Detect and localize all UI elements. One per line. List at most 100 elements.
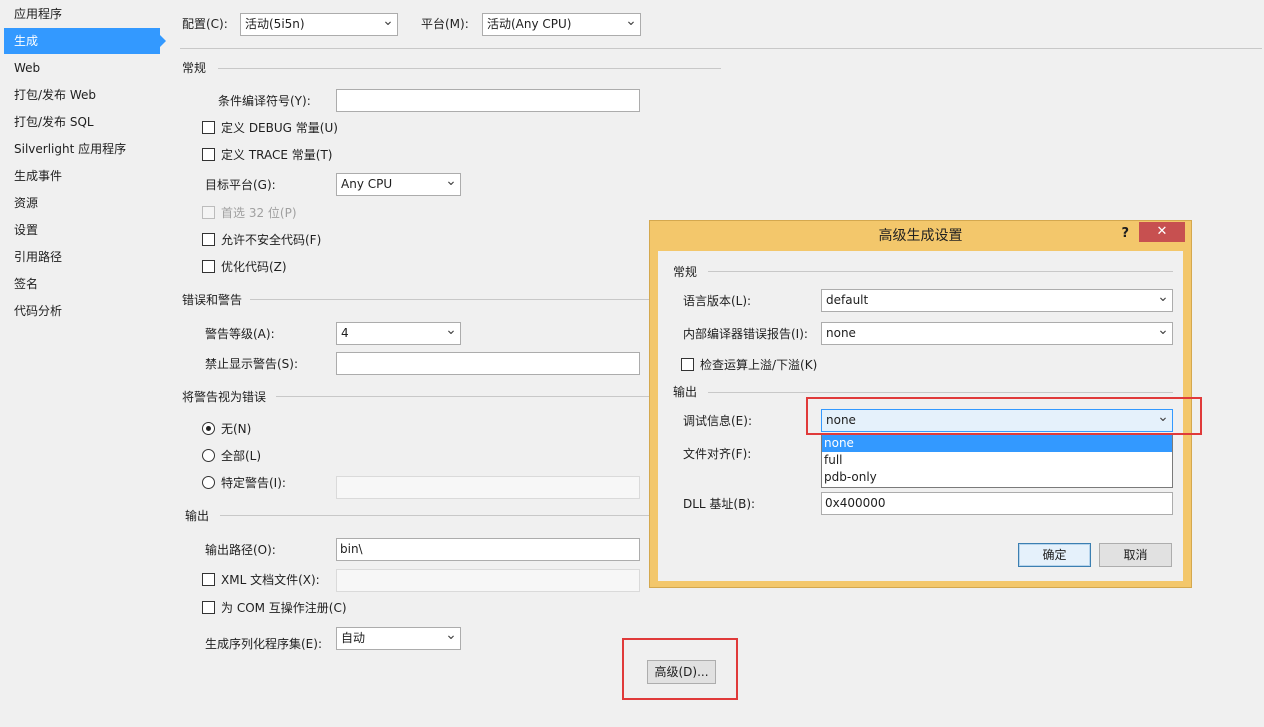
group-divider bbox=[276, 396, 650, 397]
sidebar-item-silverlight[interactable]: Silverlight 应用程序 bbox=[4, 136, 160, 162]
cond-symbols-input[interactable] bbox=[336, 89, 640, 112]
treat-specific-radio[interactable] bbox=[202, 476, 215, 489]
internal-error-select[interactable]: none bbox=[821, 322, 1173, 345]
group-divider bbox=[708, 392, 1173, 393]
group-divider bbox=[220, 515, 650, 516]
lang-version-select[interactable]: default bbox=[821, 289, 1173, 312]
sidebar-item-web[interactable]: Web bbox=[4, 55, 160, 81]
warn-level-label: 警告等级(A): bbox=[205, 327, 275, 341]
serialization-select[interactable]: 自动 bbox=[336, 627, 461, 650]
treat-specific-label: 特定警告(I): bbox=[221, 476, 286, 490]
file-align-label: 文件对齐(F): bbox=[683, 447, 752, 461]
dialog-output-title: 输出 bbox=[673, 385, 698, 399]
allow-unsafe-checkbox[interactable] bbox=[202, 233, 215, 246]
config-label: 配置(C): bbox=[182, 17, 228, 31]
sidebar-item-settings[interactable]: 设置 bbox=[4, 217, 160, 243]
sidebar-item-signing[interactable]: 签名 bbox=[4, 271, 160, 297]
highlight-box-debug-info bbox=[806, 397, 1202, 435]
chevron-down-icon bbox=[445, 174, 457, 195]
suppress-warnings-input[interactable] bbox=[336, 352, 640, 375]
com-register-label: 为 COM 互操作注册(C) bbox=[221, 601, 347, 615]
sidebar-item-application[interactable]: 应用程序 bbox=[4, 1, 160, 27]
overflow-check-checkbox[interactable] bbox=[681, 358, 694, 371]
sidebar-item-label: 引用路径 bbox=[14, 250, 63, 264]
sidebar-item-label: 应用程序 bbox=[14, 7, 63, 21]
sidebar-item-label: Silverlight 应用程序 bbox=[14, 142, 127, 156]
optimize-label: 优化代码(Z) bbox=[221, 260, 287, 274]
target-platform-select[interactable]: Any CPU bbox=[336, 173, 461, 196]
chevron-down-icon bbox=[382, 14, 394, 35]
xml-doc-input bbox=[336, 569, 640, 592]
lang-version-label: 语言版本(L): bbox=[683, 294, 752, 308]
cancel-button[interactable]: 取消 bbox=[1099, 543, 1172, 567]
treat-all-radio[interactable] bbox=[202, 449, 215, 462]
platform-select[interactable]: 活动(Any CPU) bbox=[482, 13, 641, 36]
output-group-title: 输出 bbox=[185, 509, 210, 523]
config-value: 活动(5i5n) bbox=[245, 17, 305, 31]
warn-level-value: 4 bbox=[341, 326, 349, 340]
sidebar-item-label: 设置 bbox=[14, 223, 39, 237]
treat-none-radio[interactable] bbox=[202, 422, 215, 435]
dropdown-option-full[interactable]: full bbox=[822, 452, 1172, 469]
group-divider bbox=[218, 68, 721, 69]
sidebar-item-label: 资源 bbox=[14, 196, 39, 210]
sidebar-item-reference-paths[interactable]: 引用路径 bbox=[4, 244, 160, 270]
sidebar-item-build[interactable]: 生成 bbox=[4, 28, 166, 54]
sidebar-item-code-analysis[interactable]: 代码分析 bbox=[4, 298, 160, 324]
serialization-label: 生成序列化程序集(E): bbox=[205, 637, 322, 651]
sidebar-item-publish-sql[interactable]: 打包/发布 SQL bbox=[4, 109, 160, 135]
config-select[interactable]: 活动(5i5n) bbox=[240, 13, 398, 36]
allow-unsafe-label: 允许不安全代码(F) bbox=[221, 233, 322, 247]
chevron-down-icon bbox=[1157, 290, 1169, 311]
sidebar-item-resources[interactable]: 资源 bbox=[4, 190, 160, 216]
target-platform-label: 目标平台(G): bbox=[205, 178, 276, 192]
dropdown-option-pdb-only[interactable]: pdb-only bbox=[822, 469, 1172, 486]
internal-error-value: none bbox=[826, 326, 856, 340]
debug-info-dropdown-list: none full pdb-only bbox=[821, 434, 1173, 488]
define-trace-checkbox[interactable] bbox=[202, 148, 215, 161]
chevron-down-icon bbox=[1157, 323, 1169, 344]
xml-doc-checkbox[interactable] bbox=[202, 573, 215, 586]
close-icon[interactable]: ✕ bbox=[1139, 222, 1185, 242]
header-divider bbox=[180, 48, 1262, 49]
prefer32-checkbox bbox=[202, 206, 215, 219]
sidebar-item-label: 签名 bbox=[14, 277, 39, 291]
chevron-down-icon bbox=[625, 14, 637, 35]
sidebar-item-label: 打包/发布 SQL bbox=[14, 115, 94, 129]
dll-base-input[interactable]: 0x400000 bbox=[821, 492, 1173, 515]
platform-label: 平台(M): bbox=[421, 17, 469, 31]
dll-base-label: DLL 基址(B): bbox=[683, 497, 756, 511]
help-icon[interactable]: ? bbox=[1121, 221, 1129, 251]
chevron-down-icon bbox=[445, 323, 457, 344]
sidebar-item-label: Web bbox=[14, 61, 41, 75]
dropdown-option-none[interactable]: none bbox=[822, 435, 1172, 452]
define-trace-label: 定义 TRACE 常量(T) bbox=[221, 148, 333, 162]
xml-doc-label: XML 文档文件(X): bbox=[221, 573, 320, 587]
target-platform-value: Any CPU bbox=[341, 177, 393, 191]
dialog-general-title: 常规 bbox=[673, 265, 698, 279]
serialization-value: 自动 bbox=[341, 631, 366, 645]
sidebar-item-build-events[interactable]: 生成事件 bbox=[4, 163, 160, 189]
warn-level-select[interactable]: 4 bbox=[336, 322, 461, 345]
sidebar: 应用程序 生成 Web 打包/发布 Web 打包/发布 SQL Silverli… bbox=[0, 0, 166, 727]
define-debug-label: 定义 DEBUG 常量(U) bbox=[221, 121, 338, 135]
com-register-checkbox[interactable] bbox=[202, 601, 215, 614]
general-group-title: 常规 bbox=[182, 61, 207, 75]
ok-button[interactable]: 确定 bbox=[1018, 543, 1091, 567]
debug-info-label: 调试信息(E): bbox=[683, 414, 752, 428]
treat-all-label: 全部(L) bbox=[221, 449, 262, 463]
prefer32-label: 首选 32 位(P) bbox=[221, 206, 297, 220]
sidebar-item-label: 打包/发布 Web bbox=[14, 88, 97, 102]
internal-error-label: 内部编译器错误报告(I): bbox=[683, 327, 808, 341]
optimize-checkbox[interactable] bbox=[202, 260, 215, 273]
define-debug-checkbox[interactable] bbox=[202, 121, 215, 134]
lang-version-value: default bbox=[826, 293, 869, 307]
sidebar-item-label: 生成 bbox=[14, 34, 39, 48]
sidebar-item-publish-web[interactable]: 打包/发布 Web bbox=[4, 82, 160, 108]
suppress-warnings-label: 禁止显示警告(S): bbox=[205, 357, 299, 371]
platform-value: 活动(Any CPU) bbox=[487, 17, 572, 31]
output-path-label: 输出路径(O): bbox=[205, 543, 276, 557]
treat-warnings-group-title: 将警告视为错误 bbox=[182, 390, 267, 404]
overflow-check-label: 检查运算上溢/下溢(K) bbox=[700, 358, 818, 372]
output-path-input[interactable]: bin\ bbox=[336, 538, 640, 561]
